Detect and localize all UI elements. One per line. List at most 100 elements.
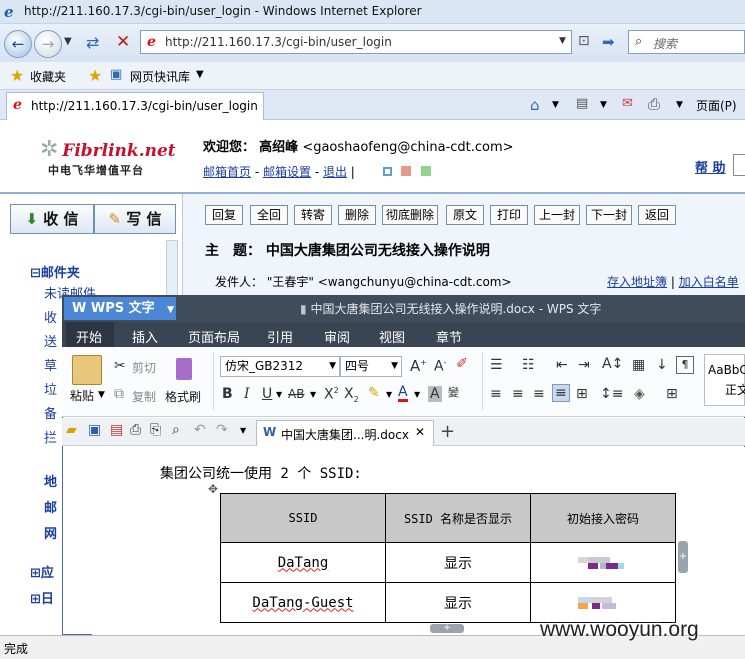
sidebar-scrollbar[interactable] <box>166 240 178 300</box>
folder-drafts[interactable]: 草 <box>44 355 57 374</box>
wps-app-menu[interactable]: W WPS 文字 ▼ <box>64 297 176 320</box>
menu-view[interactable]: 视图 <box>379 327 405 346</box>
mail-tools-link[interactable]: 邮 <box>44 497 57 516</box>
forward-button[interactable]: → <box>34 30 62 58</box>
export-pdf-icon[interactable]: ▤ <box>110 422 123 438</box>
add-whitelist-link[interactable]: 加入白名单 <box>679 275 739 289</box>
decrease-indent-icon[interactable]: ⇤ <box>556 357 568 373</box>
purge-button[interactable]: 彻底删除 <box>382 205 438 225</box>
address-url[interactable]: http://211.160.17.3/cgi-bin/user_login <box>165 35 392 49</box>
reply-all-button[interactable]: 全回 <box>250 205 288 225</box>
grow-font-icon[interactable]: A+ <box>410 357 427 375</box>
highlight-icon[interactable]: ✎ <box>368 385 380 401</box>
home-dropdown-icon[interactable]: ▼ <box>552 100 559 110</box>
netdisk-link[interactable]: 网 <box>44 523 57 542</box>
delete-button[interactable]: 删除 <box>338 205 376 225</box>
char-shading-icon[interactable]: A <box>428 386 442 402</box>
folder-blocked[interactable]: 拦 <box>44 427 57 446</box>
table-icon[interactable]: ▦ <box>632 357 645 373</box>
document-tab[interactable]: W 中国大唐集团...明.docx ✕ <box>256 420 434 446</box>
style-gallery[interactable]: AaBbC 正文 <box>704 354 745 406</box>
strikethrough-dropdown-icon[interactable]: ▼ <box>310 390 316 399</box>
menu-review[interactable]: 审阅 <box>324 327 350 346</box>
show-marks-icon[interactable]: ¶ <box>676 356 694 374</box>
text-direction-icon[interactable]: A↕ <box>602 356 623 372</box>
browser-tab[interactable]: e http://211.160.17.3/cgi-bin/user_login <box>6 92 264 120</box>
go-icon[interactable]: ➡ <box>602 33 615 51</box>
format-painter-icon[interactable] <box>176 358 192 380</box>
underline-dropdown-icon[interactable]: ▼ <box>276 390 282 399</box>
italic-icon[interactable]: I <box>244 386 250 402</box>
theme-red-icon[interactable] <box>401 166 412 176</box>
mailbox-settings-link[interactable]: 邮箱设置 <box>263 165 311 179</box>
shrink-font-icon[interactable]: A- <box>434 358 446 375</box>
folders-title[interactable]: ⊟邮件夹 <box>30 262 80 281</box>
menu-references[interactable]: 引用 <box>267 327 293 346</box>
theme-blue-icon[interactable] <box>382 167 392 176</box>
clear-format-icon[interactable]: ✐ <box>456 356 468 372</box>
search-box[interactable]: ⌕ 搜索 <box>628 30 745 54</box>
folder-spam[interactable]: 垃 <box>44 379 57 398</box>
add-column-handle-icon[interactable]: + <box>678 541 688 573</box>
menu-insert[interactable]: 插入 <box>132 327 158 346</box>
shading-icon[interactable]: ◈ <box>634 386 645 402</box>
strikethrough-icon[interactable]: AB <box>288 387 304 401</box>
open-icon[interactable]: ▰ <box>66 422 77 438</box>
mail-icon[interactable]: ✉ <box>622 96 633 111</box>
favorites-button[interactable]: 收藏夹 <box>30 68 66 85</box>
forward-mail-button[interactable]: 转寄 <box>294 205 332 225</box>
phonetic-guide-icon[interactable]: 變 <box>448 384 459 400</box>
help-link[interactable]: 帮 助 <box>695 157 726 176</box>
reply-button[interactable]: 回复 <box>205 205 243 225</box>
menu-chapter[interactable]: 章节 <box>436 327 462 346</box>
spellcheck-icon[interactable]: ⌕ <box>172 422 180 438</box>
print-mail-button[interactable]: 打印 <box>490 205 528 225</box>
compatibility-view-icon[interactable]: ⊡ <box>578 33 590 49</box>
numbering-icon[interactable]: ☷ <box>522 357 535 373</box>
font-color-dropdown-icon[interactable]: ▼ <box>414 390 420 399</box>
paste-button[interactable]: 粘贴 <box>70 387 94 404</box>
bullets-icon[interactable]: ☰ <box>490 357 503 373</box>
justify-icon[interactable]: ≡ <box>552 384 570 402</box>
compose-button[interactable]: ✎ 写 信 <box>94 204 176 234</box>
web-slice-dropdown-icon[interactable]: ▼ <box>196 69 204 80</box>
apps-section[interactable]: ⊞应 <box>30 562 54 581</box>
close-tab-icon[interactable]: ✕ <box>415 425 425 439</box>
home-icon[interactable]: ⌂ <box>530 96 540 114</box>
back-button[interactable]: ← <box>4 30 32 58</box>
superscript-icon[interactable]: X2 <box>324 386 339 403</box>
save-address-link[interactable]: 存入地址簿 <box>607 275 667 289</box>
logout-link[interactable]: 退出 <box>323 165 347 179</box>
save-icon[interactable]: ▣ <box>88 422 101 438</box>
theme-green-icon[interactable] <box>421 166 432 176</box>
table-move-handle-icon[interactable]: ✥ <box>208 482 218 496</box>
receive-button[interactable]: ⬇ 收 信 <box>10 204 94 234</box>
quick-print-icon[interactable]: ⎙ <box>130 422 141 438</box>
sort-icon[interactable]: ↓ <box>656 357 668 373</box>
folder-sent[interactable]: 送 <box>44 331 57 350</box>
line-spacing-icon[interactable]: ↕≡ <box>600 386 623 402</box>
redo-icon[interactable]: ↷ <box>216 422 228 438</box>
cut-button[interactable]: 剪切 <box>132 359 156 376</box>
add-favorite-icon[interactable]: ★ <box>88 66 102 85</box>
previous-mail-button[interactable]: 上一封 <box>534 205 580 225</box>
highlight-dropdown-icon[interactable]: ▼ <box>386 390 392 399</box>
paste-dropdown-icon[interactable]: ▼ <box>98 390 105 400</box>
borders-icon[interactable]: ⊞ <box>666 386 678 402</box>
quick-access-dropdown-icon[interactable]: ▼ <box>240 426 246 435</box>
web-slice-gallery[interactable]: 网页快讯库 <box>130 68 190 85</box>
help-search-box[interactable] <box>733 154 745 176</box>
underline-icon[interactable]: U <box>262 386 272 402</box>
source-button[interactable]: 原文 <box>446 205 484 225</box>
address-bar[interactable]: e http://211.160.17.3/cgi-bin/user_login… <box>140 30 572 54</box>
calendar-section[interactable]: ⊞日 <box>30 588 54 607</box>
feeds-icon[interactable]: ▤ <box>576 96 588 111</box>
next-mail-button[interactable]: 下一封 <box>586 205 632 225</box>
page-menu[interactable]: 页面(P) <box>696 97 737 114</box>
align-center-icon[interactable]: ≡ <box>512 386 524 402</box>
subscript-icon[interactable]: X2 <box>344 386 359 404</box>
folder-backup[interactable]: 备 <box>44 403 57 422</box>
addressbook-link[interactable]: 地 <box>44 471 57 490</box>
feeds-dropdown-icon[interactable]: ▼ <box>600 100 607 110</box>
folder-inbox[interactable]: 收 <box>44 307 57 326</box>
